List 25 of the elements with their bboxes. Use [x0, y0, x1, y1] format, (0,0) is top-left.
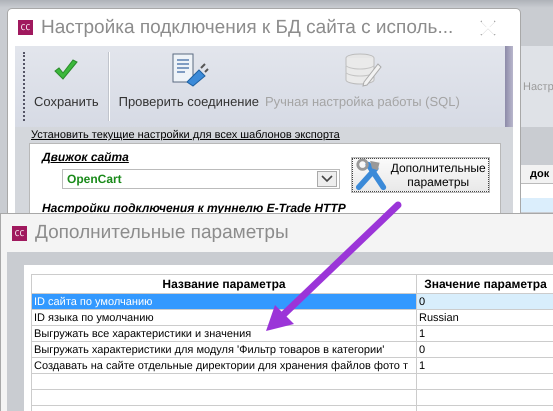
extra-parameters-button[interactable]: Дополнительные параметры — [352, 158, 489, 192]
toolbar-label: Настр — [522, 80, 553, 92]
toolbar-overflow-strip[interactable] — [505, 46, 513, 127]
section-label: Движок сайта — [42, 150, 129, 165]
table-cell[interactable]: Выгружать характеристики для модуля 'Фильтр товаров в категории' — [32, 342, 416, 358]
close-icon — [478, 18, 498, 36]
section-label: Настройки подключения к туннелю E-Trade HTTP — [42, 201, 346, 216]
check-connection-button[interactable]: Проверить соединение — [116, 46, 262, 127]
apply-settings-link[interactable]: Установить текущие настройки для всех шаблонов экспорта — [31, 129, 340, 141]
column-header[interactable]: Значение параметра — [416, 274, 553, 294]
app-icon: CC — [18, 20, 33, 35]
app-icon: CC — [12, 226, 27, 240]
table-rows — [520, 184, 553, 212]
save-button[interactable]: Сохранить — [31, 46, 102, 127]
engine-dropdown[interactable]: OpenCart — [62, 169, 340, 189]
table-cell[interactable]: 0 — [416, 294, 553, 310]
table-cell[interactable]: Создавать на сайте отдельные директории для хранения файлов фото т — [32, 358, 416, 374]
checkmark-icon — [53, 59, 80, 81]
chevron-down-icon — [321, 175, 333, 183]
toolbar-grip — [23, 52, 27, 121]
window-title: Настройка подключения к БД сайта с исполь... — [41, 16, 454, 38]
tools-icon — [354, 158, 389, 192]
column-header[interactable]: Название параметра — [32, 274, 416, 294]
column-header: док — [520, 165, 553, 184]
window-title: Дополнительные параметры — [35, 222, 289, 244]
